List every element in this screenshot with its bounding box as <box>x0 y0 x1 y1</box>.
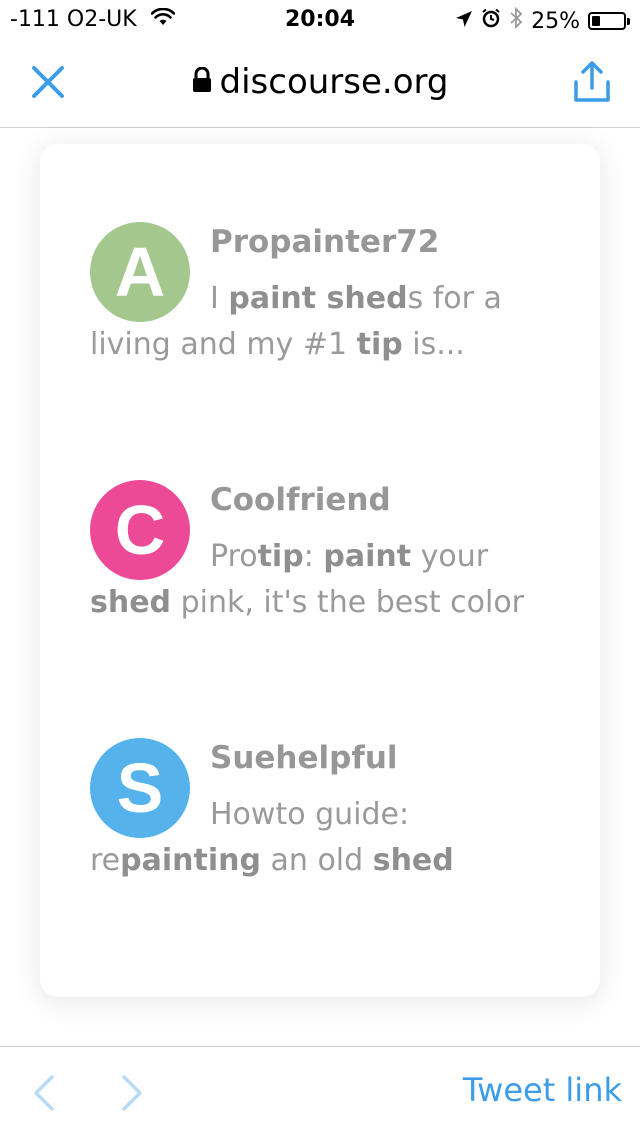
share-icon[interactable] <box>572 60 612 104</box>
highlight-term: shed <box>90 585 172 620</box>
forward-chevron-icon[interactable] <box>118 1075 146 1111</box>
location-arrow-icon <box>455 9 473 34</box>
alarm-icon <box>481 8 501 34</box>
page-content: A Propainter72 I paint sheds for a livin… <box>0 129 640 1045</box>
result-username[interactable]: Propainter72 <box>210 222 439 262</box>
status-right: 25% <box>447 6 630 35</box>
result-username[interactable]: Suehelpful <box>210 738 398 778</box>
title-segment: an old <box>260 843 373 878</box>
search-results-card: A Propainter72 I paint sheds for a livin… <box>40 144 600 997</box>
tweet-link-button[interactable]: Tweet link <box>463 1071 622 1109</box>
title-segment: is... <box>402 327 465 362</box>
highlight-term: painting <box>120 843 261 878</box>
highlight-term: tip <box>257 539 304 574</box>
result-title[interactable]: Protip: paint your shed pink, it's the b… <box>90 534 560 626</box>
title-segment: pink, it's the best color <box>171 585 525 620</box>
highlight-term: paint shed <box>228 281 408 316</box>
result-username[interactable]: Coolfriend <box>210 480 391 520</box>
bottom-toolbar: Tweet link <box>0 1046 640 1136</box>
domain-label: discourse.org <box>219 62 449 102</box>
highlight-term: paint <box>323 539 412 574</box>
lock-icon <box>192 62 212 102</box>
title-segment: your <box>411 539 489 574</box>
page-domain: discourse.org <box>0 62 640 102</box>
highlight-term: shed <box>372 843 454 878</box>
browser-nav-bar: discourse.org <box>0 40 640 128</box>
result-title[interactable]: I paint sheds for a living and my #1 tip… <box>90 276 560 368</box>
highlight-term: tip <box>356 327 403 362</box>
back-chevron-icon[interactable] <box>30 1075 58 1111</box>
result-title[interactable]: Howto guide: repainting an old shed <box>90 792 560 884</box>
title-segment: Pro <box>210 539 258 574</box>
title-segment: I <box>210 281 229 316</box>
title-segment: : <box>303 539 324 574</box>
bluetooth-icon <box>509 6 523 35</box>
status-bar: -111 O2-UK 20:04 25% <box>0 0 640 40</box>
battery-percent: 25% <box>531 8 580 34</box>
battery-icon <box>588 12 630 30</box>
